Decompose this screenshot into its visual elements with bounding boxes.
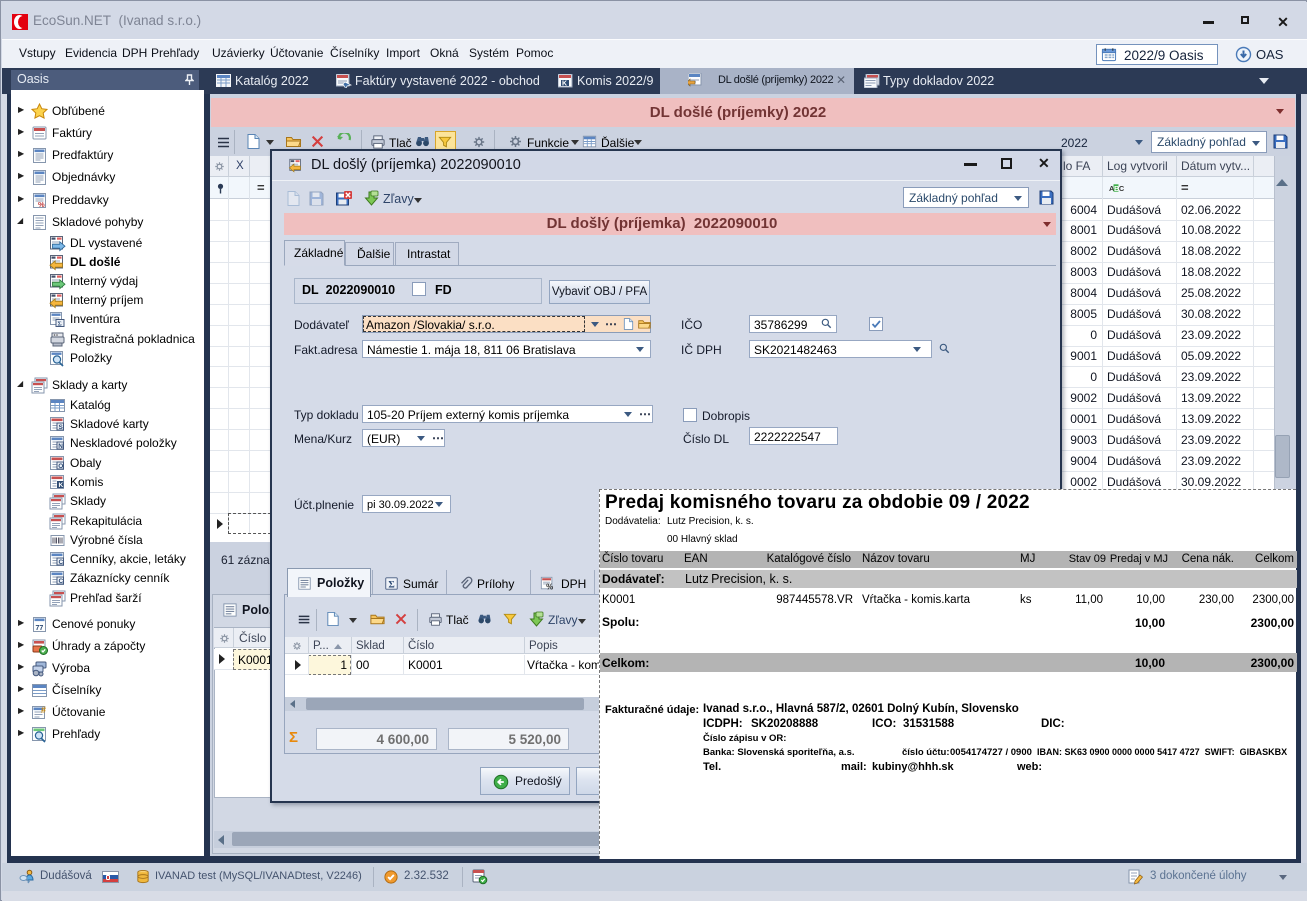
svg-text:K: K (562, 81, 567, 88)
